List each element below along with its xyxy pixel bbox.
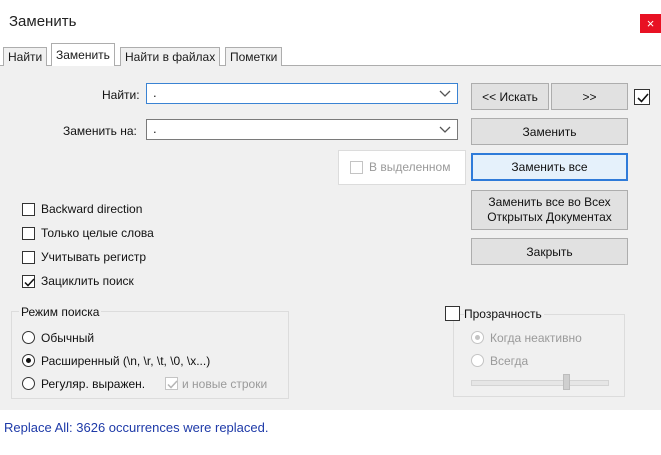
checkmark-icon: [24, 278, 35, 287]
search-mode-regex-label: Регуляр. выражен.: [41, 377, 146, 391]
backward-direction-label: Backward direction: [41, 202, 143, 216]
transparency-always-radio[interactable]: [471, 354, 484, 367]
find-label: Найти:: [102, 88, 140, 102]
transparency-always-label: Всегда: [490, 354, 529, 368]
replace-button[interactable]: Заменить: [471, 118, 628, 145]
transparency-checkbox[interactable]: [445, 306, 460, 321]
replace-all-open-docs-line2: Открытых Документах: [487, 210, 612, 224]
match-case-checkbox[interactable]: [22, 251, 35, 264]
in-selection-label: В выделенном: [369, 160, 451, 174]
replace-input[interactable]: .: [146, 119, 458, 140]
checkmark-icon: [167, 380, 178, 389]
search-mode-normal-radio[interactable]: [22, 331, 35, 344]
backward-direction-checkbox[interactable]: [22, 203, 35, 216]
transparency-slider-thumb[interactable]: [563, 374, 570, 390]
chevron-down-icon[interactable]: [439, 122, 451, 136]
close-window-button[interactable]: ×: [640, 14, 661, 33]
newline-checkbox[interactable]: [165, 377, 178, 390]
close-button[interactable]: Закрыть: [471, 238, 628, 265]
tab-marks[interactable]: Пометки: [225, 47, 283, 66]
wrap-around-checkbox[interactable]: [22, 275, 35, 288]
search-mode-regex-radio[interactable]: [22, 377, 35, 390]
replace-all-button[interactable]: Заменить все: [471, 153, 628, 181]
search-mode-normal-label: Обычный: [41, 331, 95, 345]
search-mode-extended-label: Расширенный (\n, \r, \t, \0, \x...): [41, 354, 211, 368]
find-value: .: [153, 85, 157, 100]
radio-selected-dot: [26, 358, 31, 363]
search-prev-button[interactable]: << Искать: [471, 83, 549, 110]
checkmark-icon: [637, 93, 649, 103]
match-case-label: Учитывать регистр: [41, 250, 147, 264]
radio-selected-dot: [475, 335, 480, 340]
in-selection-checkbox[interactable]: [350, 161, 363, 174]
search-next-button[interactable]: >>: [551, 83, 628, 110]
chevron-down-icon[interactable]: [439, 86, 451, 100]
title-bar: [0, 0, 661, 40]
wrap-around-label: Зациклить поиск: [41, 274, 134, 288]
replace-all-in-open-docs-button[interactable]: Заменить все во Всех Открытых Документах: [471, 190, 628, 230]
search-mode-extended-radio[interactable]: [22, 354, 35, 367]
window-title: Заменить: [9, 13, 77, 30]
tab-replace[interactable]: Заменить: [51, 43, 115, 66]
replace-label: Заменить на:: [63, 124, 137, 138]
find-input[interactable]: .: [146, 83, 458, 104]
replace-value: .: [153, 121, 157, 136]
transparency-slider-track[interactable]: [471, 380, 609, 386]
whole-words-checkbox[interactable]: [22, 227, 35, 240]
transparency-on-inactive-radio[interactable]: [471, 331, 484, 344]
status-message: Replace All: 3626 occurrences were repla…: [4, 420, 269, 435]
tab-find[interactable]: Найти: [3, 47, 48, 66]
newline-label: и новые строки: [182, 377, 268, 391]
wrap-toggle-checkbox[interactable]: [634, 89, 650, 105]
search-mode-title: Режим поиска: [19, 305, 102, 319]
transparency-label: Прозрачность: [464, 307, 544, 321]
transparency-on-inactive-label: Когда неактивно: [490, 331, 582, 345]
whole-words-label: Только целые слова: [41, 226, 154, 240]
replace-all-open-docs-line1: Заменить все во Всех: [488, 195, 611, 209]
tab-find-in-files[interactable]: Найти в файлах: [120, 47, 221, 66]
